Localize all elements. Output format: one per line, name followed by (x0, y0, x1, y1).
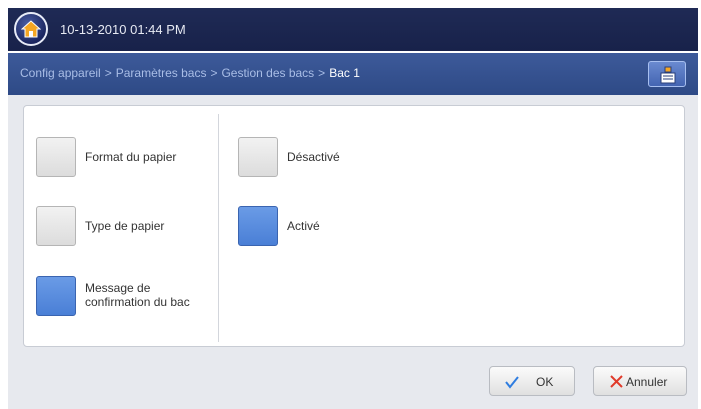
option-label: Désactivé (287, 150, 340, 164)
ok-label: OK (536, 375, 554, 389)
menu-item-label: Message de confirmation du bac (85, 281, 190, 309)
job-queue-icon (660, 66, 676, 84)
close-x-icon (610, 375, 623, 388)
menu-item-label: Format du papier (85, 150, 177, 164)
panel-divider (218, 114, 219, 342)
breadcrumb-current: Bac 1 (329, 66, 360, 80)
cancel-button[interactable]: Annuler (593, 366, 687, 396)
breadcrumb-separator: > (318, 66, 326, 80)
breadcrumb-item-parametres-bacs[interactable]: Paramètres bacs (116, 66, 207, 80)
option-label: Activé (287, 219, 320, 233)
menu-item-label-line1: Message de (85, 281, 151, 295)
job-status-button[interactable] (648, 61, 686, 87)
menu-item-format-papier[interactable]: Format du papier (36, 137, 206, 177)
checkmark-icon (505, 376, 519, 389)
breadcrumb-separator: > (210, 66, 218, 80)
breadcrumb-bar: Config appareil > Paramètres bacs > Gestion … (8, 53, 698, 95)
settings-panel: Format du papier Type de papier Message … (23, 105, 685, 347)
option-desactive[interactable]: Désactivé (238, 137, 398, 177)
menu-item-message-confirmation[interactable]: Message de confirmation du bac (36, 276, 212, 316)
option-active[interactable]: Activé (238, 206, 398, 246)
cancel-label: Annuler (626, 375, 668, 389)
ok-button[interactable]: OK (489, 366, 575, 396)
top-status-bar: 10-13-2010 01:44 PM (8, 8, 698, 51)
menu-item-label-line2: confirmation du bac (85, 295, 190, 309)
menu-item-type-papier[interactable]: Type de papier (36, 206, 206, 246)
home-button[interactable] (14, 12, 48, 46)
breadcrumb: Config appareil > Paramètres bacs > Gestion … (20, 66, 360, 80)
menu-item-label: Type de papier (85, 219, 165, 233)
breadcrumb-item-config[interactable]: Config appareil (20, 66, 101, 80)
menu-item-button[interactable] (36, 137, 76, 177)
menu-item-button-selected[interactable] (36, 276, 76, 316)
menu-item-button[interactable] (36, 206, 76, 246)
option-radio-button[interactable] (238, 137, 278, 177)
datetime-text: 10-13-2010 01:44 PM (60, 22, 186, 37)
option-radio-button-selected[interactable] (238, 206, 278, 246)
home-icon (21, 20, 41, 38)
main-area: Format du papier Type de papier Message … (8, 95, 698, 409)
breadcrumb-item-gestion-bacs[interactable]: Gestion des bacs (221, 66, 314, 80)
breadcrumb-separator: > (104, 66, 112, 80)
